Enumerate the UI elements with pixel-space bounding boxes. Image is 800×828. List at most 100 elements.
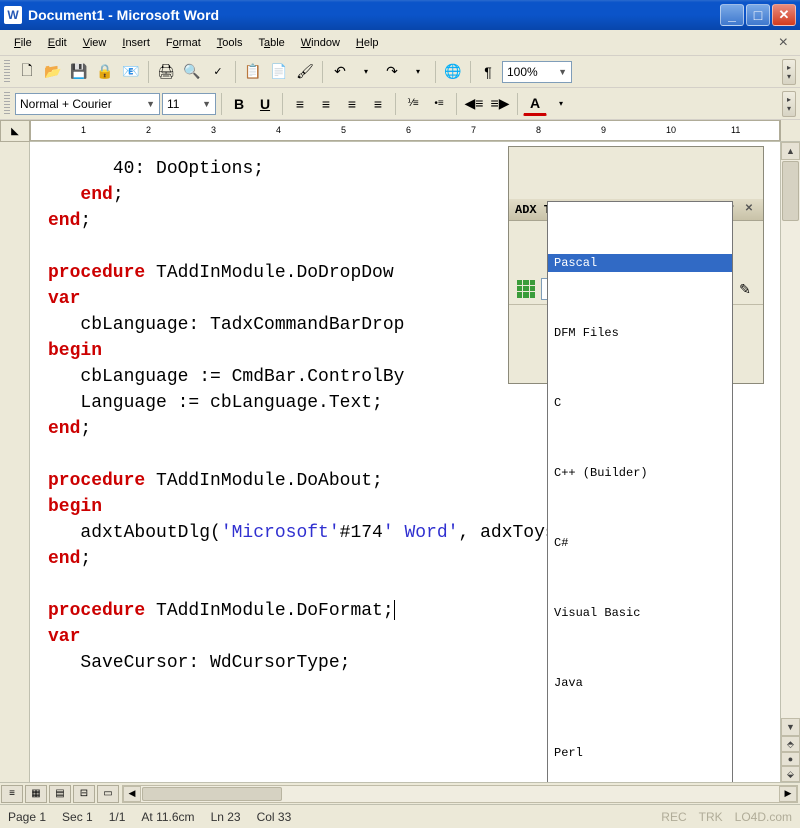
adx-language-dropdown: Pascal DFM Files C C++ (Builder) C# Visu… bbox=[547, 201, 733, 782]
titlebar[interactable]: W Document1 - Microsoft Word _ □ ✕ bbox=[0, 0, 800, 30]
print-preview-icon[interactable]: 🔍 bbox=[180, 60, 204, 84]
separator bbox=[148, 61, 149, 83]
redo-dropdown[interactable]: ▾ bbox=[406, 60, 430, 84]
adx-option-dfm[interactable]: DFM Files bbox=[548, 324, 732, 342]
maximize-button[interactable]: □ bbox=[746, 4, 770, 26]
align-center-icon[interactable]: ≡ bbox=[314, 92, 338, 116]
split-handle[interactable] bbox=[780, 120, 800, 141]
underline-button[interactable]: U bbox=[253, 92, 277, 116]
adx-close-icon[interactable]: ✕ bbox=[741, 203, 757, 217]
adx-option-vb[interactable]: Visual Basic bbox=[548, 604, 732, 622]
copy-icon[interactable]: 📋 bbox=[241, 60, 265, 84]
bulleted-list-icon[interactable]: •≡ bbox=[427, 92, 451, 116]
ruler-mark: 8 bbox=[536, 125, 541, 135]
status-pages[interactable]: 1/1 bbox=[109, 810, 126, 824]
justify-icon[interactable]: ≡ bbox=[366, 92, 390, 116]
new-doc-icon[interactable]: 🗋 bbox=[15, 60, 39, 84]
adx-option-java[interactable]: Java bbox=[548, 674, 732, 692]
status-rec[interactable]: REC bbox=[661, 810, 686, 824]
tab-selector[interactable]: ◣ bbox=[0, 120, 30, 142]
paste-icon[interactable]: 📄 bbox=[267, 60, 291, 84]
print-icon[interactable]: 🖨 bbox=[154, 60, 178, 84]
font-size-value: 11 bbox=[167, 97, 179, 111]
zoom-combo[interactable]: 100% ▼ bbox=[502, 61, 572, 83]
statusbar: Page 1 Sec 1 1/1 At 11.6cm Ln 23 Col 33 … bbox=[0, 804, 800, 828]
font-size-combo[interactable]: 11 ▼ bbox=[162, 93, 216, 115]
menu-edit[interactable]: Edit bbox=[40, 34, 75, 52]
toolbar-grip[interactable] bbox=[4, 60, 10, 84]
adx-wand-icon[interactable]: ✎ bbox=[733, 277, 757, 301]
scroll-track[interactable] bbox=[781, 160, 800, 718]
separator bbox=[517, 93, 518, 115]
menubar: File Edit View Insert Format Tools Table… bbox=[0, 30, 800, 56]
decrease-indent-icon[interactable]: ◀≡ bbox=[462, 92, 486, 116]
menu-tools[interactable]: Tools bbox=[209, 34, 251, 52]
separator bbox=[435, 61, 436, 83]
undo-icon[interactable]: ↶ bbox=[328, 60, 352, 84]
style-combo[interactable]: Normal + Courier ▼ bbox=[15, 93, 160, 115]
scroll-thumb[interactable] bbox=[142, 787, 282, 801]
adx-option-csharp[interactable]: C# bbox=[548, 534, 732, 552]
increase-indent-icon[interactable]: ≡▶ bbox=[488, 92, 512, 116]
email-icon[interactable]: 📧 bbox=[119, 60, 143, 84]
spelling-icon[interactable]: ✓ bbox=[206, 60, 230, 84]
status-indicators: REC TRK LO4D.com bbox=[661, 810, 792, 824]
paragraph-marks-icon[interactable]: ¶ bbox=[476, 60, 500, 84]
separator bbox=[235, 61, 236, 83]
horizontal-ruler[interactable]: 1 2 3 4 5 6 7 8 9 10 11 bbox=[30, 120, 780, 141]
bold-button[interactable]: B bbox=[227, 92, 251, 116]
adx-grid-icon[interactable] bbox=[515, 278, 537, 300]
menu-view[interactable]: View bbox=[75, 34, 115, 52]
status-line[interactable]: Ln 23 bbox=[211, 810, 241, 824]
close-button[interactable]: ✕ bbox=[772, 4, 796, 26]
status-trk[interactable]: TRK bbox=[699, 810, 723, 824]
format-painter-icon[interactable]: 🖌 bbox=[293, 60, 317, 84]
undo-dropdown[interactable]: ▾ bbox=[354, 60, 378, 84]
adx-option-perl[interactable]: Perl bbox=[548, 744, 732, 762]
scroll-track[interactable] bbox=[283, 786, 779, 802]
menu-file[interactable]: File bbox=[6, 34, 40, 52]
scroll-thumb[interactable] bbox=[782, 161, 799, 221]
document-content[interactable]: 40: DoOptions; end; end; procedure TAddI… bbox=[30, 142, 780, 782]
vertical-scrollbar[interactable]: ▲ ▼ ⬘ ● ⬙ bbox=[780, 142, 800, 782]
toolbar-overflow-icon[interactable]: ▸▾ bbox=[782, 91, 796, 117]
chevron-down-icon: ▼ bbox=[554, 67, 567, 77]
save-icon[interactable]: 💾 bbox=[67, 60, 91, 84]
scroll-right-icon[interactable]: ▶ bbox=[779, 786, 797, 802]
selection-margin[interactable] bbox=[0, 142, 30, 782]
permission-icon[interactable]: 🔒 bbox=[93, 60, 117, 84]
adx-option-cpp[interactable]: C++ (Builder) bbox=[548, 464, 732, 482]
menu-table[interactable]: Table bbox=[250, 34, 292, 52]
status-at[interactable]: At 11.6cm bbox=[141, 810, 194, 824]
ruler-mark: 6 bbox=[406, 125, 411, 135]
hyperlink-icon[interactable]: 🌐 bbox=[441, 60, 465, 84]
menu-window[interactable]: Window bbox=[293, 34, 348, 52]
separator bbox=[470, 61, 471, 83]
browse-next-icon[interactable]: ⬙ bbox=[781, 766, 800, 782]
redo-icon[interactable]: ↷ bbox=[380, 60, 404, 84]
browse-prev-icon[interactable]: ⬘ bbox=[781, 736, 800, 752]
font-color-icon[interactable]: A bbox=[523, 92, 547, 116]
status-column[interactable]: Col 33 bbox=[257, 810, 292, 824]
toolbar-grip[interactable] bbox=[4, 92, 10, 116]
adx-option-pascal[interactable]: Pascal bbox=[548, 254, 732, 272]
separator bbox=[282, 93, 283, 115]
scroll-left-icon[interactable]: ◀ bbox=[123, 786, 141, 802]
adx-option-c[interactable]: C bbox=[548, 394, 732, 412]
numbered-list-icon[interactable]: ⅟≡ bbox=[401, 92, 425, 116]
align-right-icon[interactable]: ≡ bbox=[340, 92, 364, 116]
menu-format[interactable]: Format bbox=[158, 34, 209, 52]
status-page[interactable]: Page 1 bbox=[8, 810, 46, 824]
scroll-down-icon[interactable]: ▼ bbox=[781, 718, 800, 736]
browse-object-icon[interactable]: ● bbox=[781, 752, 800, 766]
menu-insert[interactable]: Insert bbox=[114, 34, 158, 52]
align-left-icon[interactable]: ≡ bbox=[288, 92, 312, 116]
toolbar-overflow-icon[interactable]: ▸▾ bbox=[782, 59, 796, 85]
font-color-dropdown[interactable]: ▾ bbox=[549, 92, 573, 116]
scroll-up-icon[interactable]: ▲ bbox=[781, 142, 800, 160]
status-section[interactable]: Sec 1 bbox=[62, 810, 93, 824]
menu-help[interactable]: Help bbox=[348, 34, 387, 52]
menu-doc-close-icon[interactable]: × bbox=[773, 34, 794, 52]
minimize-button[interactable]: _ bbox=[720, 4, 744, 26]
open-icon[interactable]: 📂 bbox=[41, 60, 65, 84]
